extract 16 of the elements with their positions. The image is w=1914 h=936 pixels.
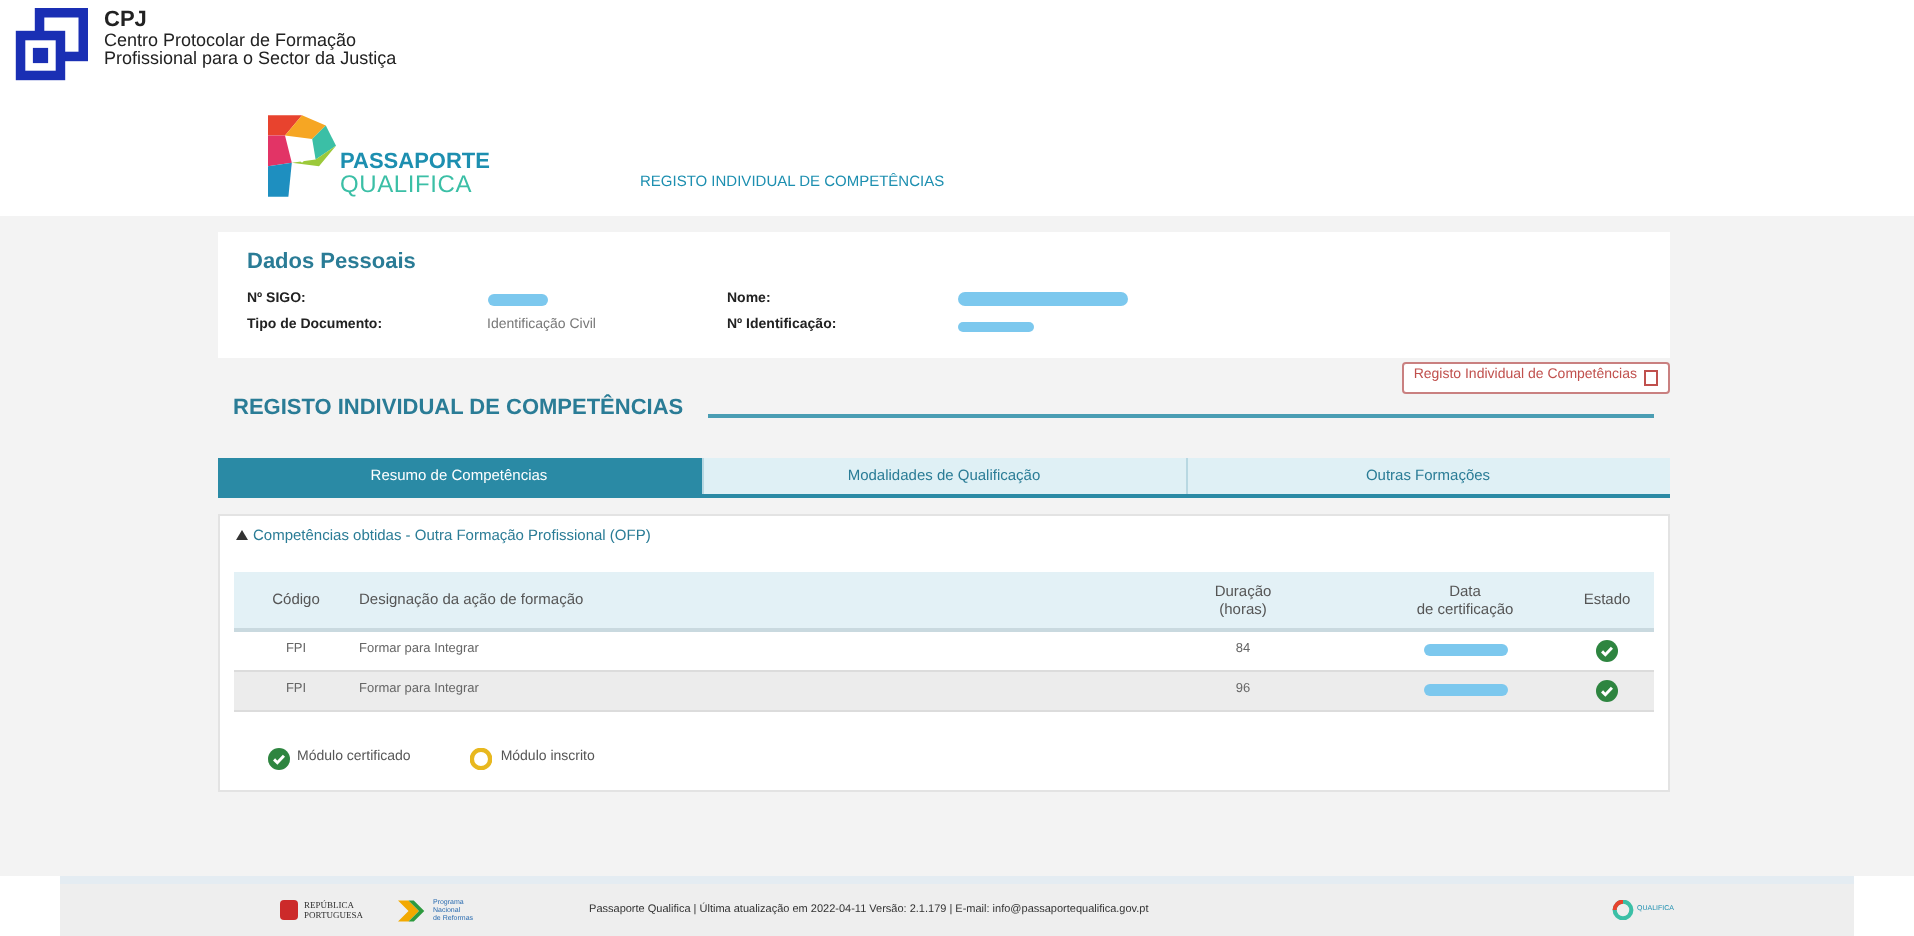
org-acronym: CPJ — [104, 8, 149, 32]
section-heading: Dados Pessoais — [247, 248, 418, 278]
redaction-mark — [1423, 644, 1507, 656]
pdf-icon — [1643, 369, 1657, 385]
colored-p-logo-icon — [268, 112, 336, 200]
brand-name: QUALIFICA — [340, 174, 475, 196]
colored-q-logo-icon — [1611, 900, 1634, 920]
section-heading: REGISTO INDIVIDUAL DE COMPETÊNCIAS — [233, 392, 684, 424]
redaction-mark — [1423, 684, 1507, 696]
squares-logo-icon — [12, 8, 88, 84]
flag-icon — [280, 900, 298, 920]
org-name-line: Profissional para o Sector da Justiça — [104, 50, 397, 68]
chevron-logo-icon — [398, 899, 427, 921]
collapse-triangle-icon[interactable] — [235, 530, 247, 540]
org-name-line: Centro Protocolar de Formação — [104, 32, 359, 50]
brand-name: PASSAPORTE — [340, 152, 490, 174]
